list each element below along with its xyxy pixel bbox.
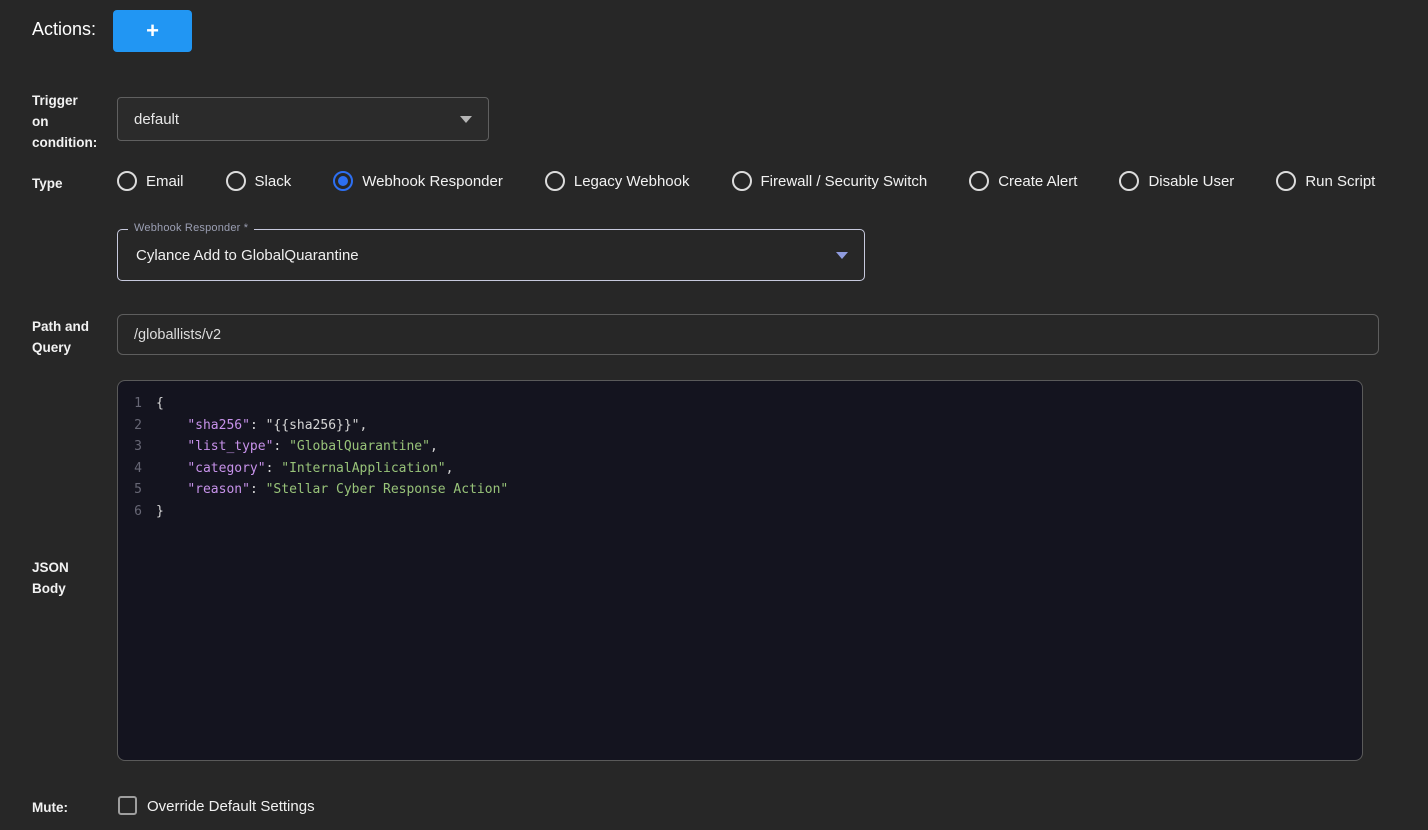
radio-label: Run Script <box>1305 173 1375 190</box>
radio-label: Create Alert <box>998 173 1077 190</box>
radio-label: Slack <box>255 173 292 190</box>
radio-icon <box>1119 171 1139 191</box>
radio-icon <box>226 171 246 191</box>
radio-icon <box>1276 171 1296 191</box>
trigger-condition-label: Trigger on condition: <box>32 90 97 153</box>
line-number: 1 <box>118 393 156 415</box>
code-lines: 1{2 "sha256": "{{sha256}}",3 "list_type"… <box>118 393 1362 522</box>
radio-label: Disable User <box>1148 173 1234 190</box>
chevron-down-icon <box>460 116 472 123</box>
radio-label: Email <box>146 173 184 190</box>
line-number: 2 <box>118 415 156 437</box>
type-label: Type <box>32 173 63 194</box>
radio-slack[interactable]: Slack <box>226 171 292 191</box>
trigger-condition-select[interactable]: default <box>117 97 489 141</box>
type-radio-group: Email Slack Webhook Responder Legacy Web… <box>117 168 1375 194</box>
radio-legacy-webhook[interactable]: Legacy Webhook <box>545 171 690 191</box>
radio-disable-user[interactable]: Disable User <box>1119 171 1234 191</box>
webhook-responder-value: Cylance Add to GlobalQuarantine <box>136 247 359 264</box>
webhook-responder-float-label: Webhook Responder * <box>128 222 254 234</box>
override-checkbox-label: Override Default Settings <box>147 798 315 815</box>
chevron-down-icon <box>836 252 848 259</box>
actions-label: Actions: <box>32 19 96 40</box>
add-action-button[interactable]: + <box>113 10 192 52</box>
code-line: 5 "reason": "Stellar Cyber Response Acti… <box>118 479 1362 501</box>
code-line: 2 "sha256": "{{sha256}}", <box>118 415 1362 437</box>
radio-icon <box>333 171 353 191</box>
line-number: 3 <box>118 436 156 458</box>
line-number: 6 <box>118 501 156 523</box>
mute-label: Mute: <box>32 797 68 818</box>
radio-label: Webhook Responder <box>362 173 503 190</box>
trigger-condition-value: default <box>134 111 179 128</box>
radio-label: Firewall / Security Switch <box>761 173 928 190</box>
radio-icon <box>545 171 565 191</box>
radio-icon <box>969 171 989 191</box>
code-line: 3 "list_type": "GlobalQuarantine", <box>118 436 1362 458</box>
code-line: 4 "category": "InternalApplication", <box>118 458 1362 480</box>
path-query-label: Path and Query <box>32 316 89 358</box>
webhook-responder-select[interactable]: Webhook Responder * Cylance Add to Globa… <box>117 229 865 281</box>
radio-run-script[interactable]: Run Script <box>1276 171 1375 191</box>
json-body-label: JSON Body <box>32 557 69 599</box>
radio-webhook-responder[interactable]: Webhook Responder <box>333 171 503 191</box>
radio-email[interactable]: Email <box>117 171 184 191</box>
radio-label: Legacy Webhook <box>574 173 690 190</box>
code-line: 6} <box>118 501 1362 523</box>
line-number: 4 <box>118 458 156 480</box>
radio-icon <box>117 171 137 191</box>
radio-icon <box>732 171 752 191</box>
path-query-input[interactable] <box>117 314 1379 355</box>
radio-firewall-security-switch[interactable]: Firewall / Security Switch <box>732 171 928 191</box>
code-line: 1{ <box>118 393 1362 415</box>
override-checkbox[interactable] <box>118 796 137 815</box>
action-config-panel: Actions: + Trigger on condition: default… <box>0 0 1428 830</box>
radio-create-alert[interactable]: Create Alert <box>969 171 1077 191</box>
line-number: 5 <box>118 479 156 501</box>
json-body-editor[interactable]: 1{2 "sha256": "{{sha256}}",3 "list_type"… <box>117 380 1363 761</box>
